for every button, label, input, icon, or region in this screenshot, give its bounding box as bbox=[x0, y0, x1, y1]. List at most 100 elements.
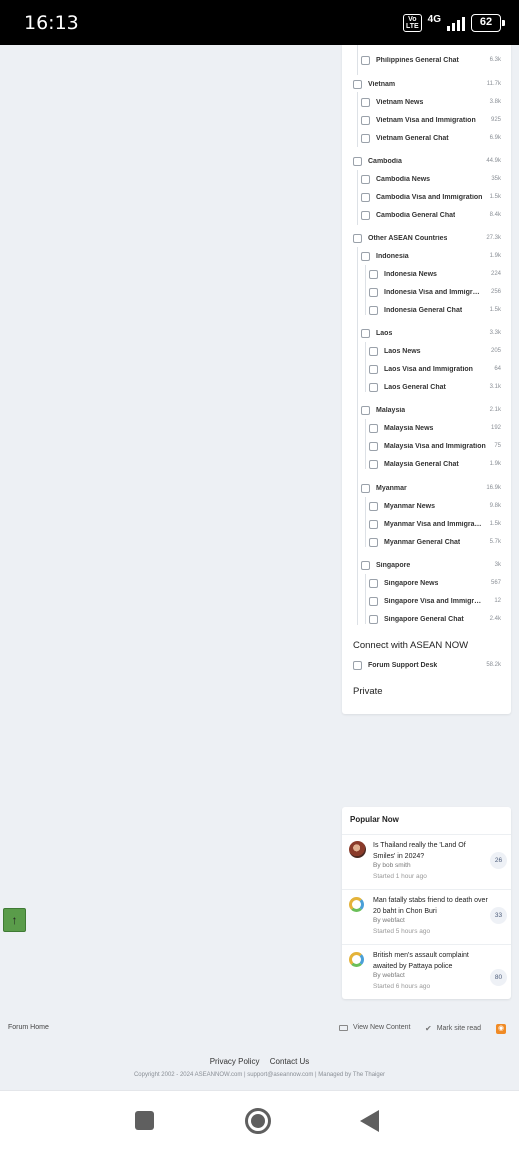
view-new-content-link[interactable]: View New Content bbox=[339, 1024, 410, 1031]
forum-subcategory[interactable]: Laos 3.3k bbox=[361, 326, 501, 340]
section-heading-connect: Connect with ASEAN NOW bbox=[353, 640, 469, 651]
checkbox[interactable] bbox=[361, 192, 370, 202]
photo-avatar[interactable] bbox=[349, 841, 366, 858]
forum-category[interactable]: Forum Support Desk 58.2k bbox=[353, 658, 501, 672]
author-link[interactable]: webfact bbox=[382, 917, 404, 924]
rss-icon[interactable]: ◉ bbox=[496, 1024, 506, 1034]
forum-item[interactable]: Singapore General Chat 2.4k bbox=[369, 612, 501, 626]
forum-item[interactable]: Malaysia General Chat 1.9k bbox=[369, 457, 501, 471]
forum-item[interactable]: Indonesia General Chat 1.5k bbox=[369, 303, 501, 317]
forum-item[interactable]: Laos Visa and Immigration 64 bbox=[369, 362, 501, 376]
recents-button[interactable] bbox=[135, 1111, 154, 1130]
checkbox[interactable] bbox=[369, 614, 378, 624]
checkbox[interactable] bbox=[361, 251, 370, 261]
ring-avatar[interactable] bbox=[349, 952, 364, 967]
check-icon: ✔ bbox=[425, 1024, 432, 1033]
reply-count-badge: 33 bbox=[490, 907, 507, 924]
checkbox[interactable] bbox=[353, 156, 362, 166]
checkbox[interactable] bbox=[361, 483, 370, 493]
forum-item[interactable]: Malaysia Visa and Immigration 75 bbox=[369, 439, 501, 453]
forum-item[interactable]: Vietnam Visa and Immigration 925 bbox=[361, 113, 501, 127]
privacy-policy-link[interactable]: Privacy Policy bbox=[210, 1057, 260, 1066]
forum-category[interactable]: Vietnam 11.7k bbox=[353, 77, 501, 91]
forum-home-link[interactable]: Forum Home bbox=[8, 1024, 49, 1031]
forum-item[interactable]: Singapore News 567 bbox=[369, 576, 501, 590]
checkbox[interactable] bbox=[369, 501, 378, 511]
checkbox[interactable] bbox=[361, 55, 370, 65]
author-link[interactable]: bob smith bbox=[382, 862, 410, 869]
forum-item[interactable]: Philippines General Chat 6.3k bbox=[361, 53, 501, 67]
checkbox[interactable] bbox=[361, 560, 370, 570]
signal-icon bbox=[447, 15, 465, 31]
back-button[interactable] bbox=[360, 1110, 379, 1132]
checkbox[interactable] bbox=[361, 405, 370, 415]
status-bar: 16:13 Vo LTE 4G 62 bbox=[0, 0, 519, 45]
ring-avatar[interactable] bbox=[349, 897, 364, 912]
forum-item[interactable]: Indonesia News 224 bbox=[369, 267, 501, 281]
checkbox[interactable] bbox=[369, 519, 378, 529]
checkbox[interactable] bbox=[353, 660, 362, 670]
checkbox[interactable] bbox=[361, 133, 370, 143]
volte-icon: Vo LTE bbox=[402, 14, 422, 32]
forum-subcategory[interactable]: Indonesia 1.9k bbox=[361, 249, 501, 263]
forum-category[interactable]: Other ASEAN Countries 27.3k bbox=[353, 231, 501, 245]
forum-item[interactable]: Cambodia Visa and Immigration 1.5k bbox=[361, 190, 501, 204]
arrow-up-icon: ↑ bbox=[11, 913, 18, 927]
forum-item[interactable]: Myanmar News 9.8k bbox=[369, 499, 501, 513]
forum-item[interactable]: Laos General Chat 3.1k bbox=[369, 380, 501, 394]
forum-item[interactable]: Myanmar Visa and Immigration 1.5k bbox=[369, 517, 501, 531]
checkbox[interactable] bbox=[369, 578, 378, 588]
forum-item[interactable]: Vietnam News 3.8k bbox=[361, 95, 501, 109]
forum-category[interactable]: Cambodia 44.9k bbox=[353, 154, 501, 168]
widget-title: Popular Now bbox=[350, 815, 399, 824]
topic-title[interactable]: Man fatally stabs friend to death over 2… bbox=[373, 895, 488, 917]
checkbox[interactable] bbox=[369, 364, 378, 374]
forum-subcategory[interactable]: Malaysia 2.1k bbox=[361, 403, 501, 417]
topic-author-line: By bob smith bbox=[373, 862, 411, 869]
checkbox[interactable] bbox=[369, 269, 378, 279]
scroll-to-top-button[interactable]: ↑ bbox=[3, 908, 26, 932]
forum-item[interactable]: Cambodia News 35k bbox=[361, 172, 501, 186]
forum-item[interactable]: Myanmar General Chat 5.7k bbox=[369, 535, 501, 549]
checkbox[interactable] bbox=[369, 346, 378, 356]
topic-title[interactable]: Is Thailand really the 'Land Of Smiles' … bbox=[373, 840, 488, 862]
checkbox[interactable] bbox=[361, 328, 370, 338]
author-link[interactable]: webfact bbox=[382, 972, 404, 979]
clock: 16:13 bbox=[24, 12, 79, 34]
checkbox[interactable] bbox=[369, 382, 378, 392]
forum-subcategory[interactable]: Singapore 3k bbox=[361, 558, 501, 572]
reply-count-badge: 80 bbox=[490, 969, 507, 986]
forum-subcategory[interactable]: Myanmar 16.9k bbox=[361, 481, 501, 495]
forum-item[interactable]: Indonesia Visa and Immigration 256 bbox=[369, 285, 501, 299]
checkbox[interactable] bbox=[369, 459, 378, 469]
checkbox[interactable] bbox=[361, 210, 370, 220]
forum-item[interactable]: Cambodia General Chat 8.4k bbox=[361, 208, 501, 222]
checkbox[interactable] bbox=[369, 287, 378, 297]
checkbox[interactable] bbox=[361, 97, 370, 107]
divider bbox=[342, 889, 511, 890]
contact-us-link[interactable]: Contact Us bbox=[270, 1057, 310, 1066]
checkbox[interactable] bbox=[369, 305, 378, 315]
forum-item[interactable]: Malaysia News 192 bbox=[369, 421, 501, 435]
home-button[interactable] bbox=[245, 1108, 271, 1134]
mark-site-read-link[interactable]: ✔ Mark site read bbox=[425, 1024, 481, 1033]
network-type: 4G bbox=[427, 13, 441, 25]
divider bbox=[342, 944, 511, 945]
forum-item[interactable]: Singapore Visa and Immigration 12 bbox=[369, 594, 501, 608]
checkbox[interactable] bbox=[369, 441, 378, 451]
forum-item[interactable]: Laos News 205 bbox=[369, 344, 501, 358]
checkbox[interactable] bbox=[353, 233, 362, 243]
topic-started: Started 6 hours ago bbox=[373, 983, 431, 990]
topic-title[interactable]: British men's assault complaint awaited … bbox=[373, 950, 488, 972]
message-icon bbox=[339, 1024, 348, 1031]
forum-item[interactable]: Vietnam General Chat 6.9k bbox=[361, 131, 501, 145]
checkbox[interactable] bbox=[353, 79, 362, 89]
checkbox[interactable] bbox=[369, 423, 378, 433]
checkbox[interactable] bbox=[369, 537, 378, 547]
popular-topic[interactable]: British men's assault complaint awaited … bbox=[342, 944, 511, 999]
popular-topic[interactable]: Man fatally stabs friend to death over 2… bbox=[342, 889, 511, 944]
checkbox[interactable] bbox=[361, 115, 370, 125]
checkbox[interactable] bbox=[361, 174, 370, 184]
popular-topic[interactable]: Is Thailand really the 'Land Of Smiles' … bbox=[342, 834, 511, 889]
checkbox[interactable] bbox=[369, 596, 378, 606]
